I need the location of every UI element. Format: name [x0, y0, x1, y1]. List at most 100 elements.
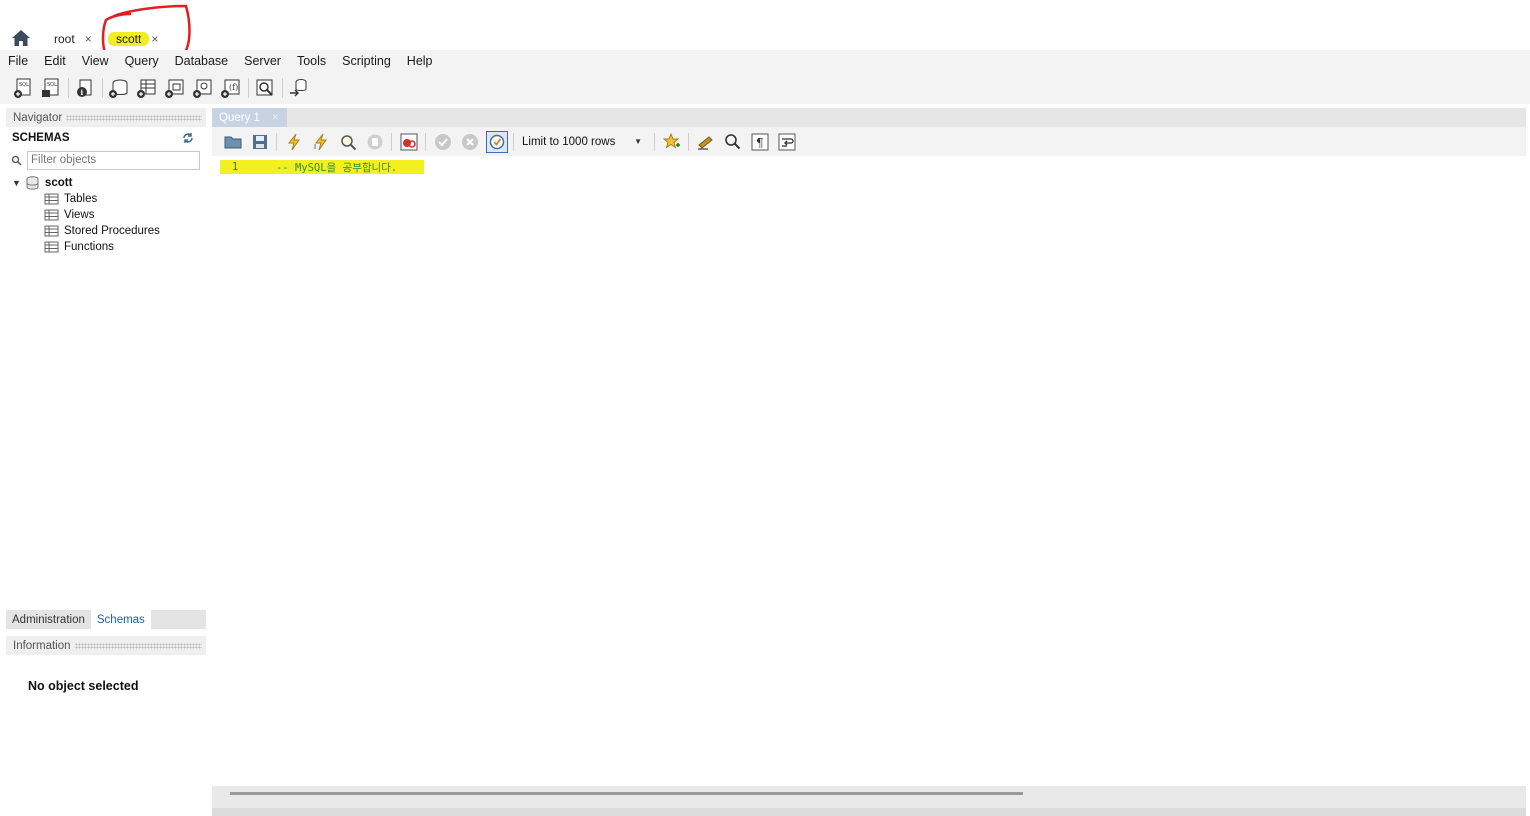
menu-tools[interactable]: Tools [297, 54, 326, 68]
code-comment: -- MySQL을 공부합니다. [276, 161, 398, 174]
filter-row [6, 149, 206, 171]
information-title: Information [13, 639, 71, 652]
query-editor-area: Query 1 × I Limit to 1000 rows ▼ ¶ 1 -- … [212, 108, 1526, 816]
stop-icon[interactable] [364, 131, 386, 153]
create-table-icon[interactable] [136, 77, 158, 99]
tree-item-label: Functions [64, 241, 114, 253]
toolbar-separator [425, 132, 426, 151]
horizontal-scrollbar[interactable] [230, 792, 1023, 795]
create-procedure-icon[interactable] [192, 77, 214, 99]
home-icon[interactable] [11, 29, 31, 47]
tree-item-stored-procedures[interactable]: Stored Procedures [6, 223, 206, 239]
line-number: 1 [231, 161, 239, 173]
main-toolbar: SQL SQL i (f) [0, 72, 1530, 104]
toolbar-separator [282, 78, 283, 98]
schema-name: scott [44, 177, 73, 189]
close-icon[interactable]: × [272, 112, 279, 124]
svg-text:I: I [314, 143, 316, 151]
database-icon [26, 176, 39, 190]
beautify-icon[interactable] [695, 131, 717, 153]
expand-arrow-icon[interactable]: ▼ [12, 178, 21, 188]
svg-text:SQL: SQL [47, 82, 57, 88]
functions-folder-icon [44, 241, 59, 253]
menu-query[interactable]: Query [125, 54, 159, 68]
limit-rows-value: Limit to 1000 rows [522, 135, 616, 148]
autocommit-toggle-icon[interactable] [486, 130, 508, 153]
header-grip [74, 642, 202, 649]
tab-schemas[interactable]: Schemas [90, 610, 151, 629]
create-view-icon[interactable] [164, 77, 186, 99]
connection-tab-root[interactable]: root × [54, 29, 92, 49]
query-tab-bar: Query 1 × [212, 108, 1526, 127]
tree-item-label: Stored Procedures [64, 225, 160, 237]
sql-editor[interactable]: 1 -- MySQL을 공부합니다. [212, 156, 1526, 786]
tree-item-label: Views [64, 209, 95, 221]
output-panel-edge [212, 808, 1526, 816]
add-snippet-icon[interactable] [661, 131, 683, 153]
menu-edit[interactable]: Edit [44, 54, 66, 68]
tree-item-views[interactable]: Views [6, 207, 206, 223]
commit-icon[interactable] [432, 131, 454, 153]
close-icon[interactable]: × [85, 32, 92, 46]
execute-current-icon[interactable]: I [310, 131, 332, 153]
menu-view[interactable]: View [82, 54, 109, 68]
menu-scripting[interactable]: Scripting [342, 54, 391, 68]
query-tab-label: Query 1 [219, 111, 260, 124]
toolbar-separator [102, 78, 103, 98]
svg-text:i: i [81, 88, 84, 97]
explain-icon[interactable] [337, 131, 359, 153]
tables-folder-icon [44, 193, 59, 205]
svg-text:(f): (f) [229, 83, 238, 92]
filter-objects-input[interactable] [27, 150, 200, 170]
toolbar-separator [654, 132, 655, 151]
information-header: Information [6, 636, 206, 655]
search-table-data-icon[interactable] [254, 77, 276, 99]
new-sql-tab-icon[interactable]: SQL [12, 77, 34, 99]
tree-item-functions[interactable]: Functions [6, 239, 206, 255]
open-sql-script-icon[interactable]: SQL [40, 77, 62, 99]
close-icon[interactable]: × [151, 32, 158, 46]
toolbar-separator [391, 132, 392, 151]
invisible-chars-icon[interactable]: ¶ [749, 131, 771, 153]
schema-node-scott[interactable]: ▼ scott [6, 175, 206, 191]
menu-help[interactable]: Help [407, 54, 433, 68]
procedures-folder-icon [44, 225, 59, 237]
schemas-header: SCHEMAS [6, 127, 206, 149]
navigator-title: Navigator [13, 111, 63, 124]
navigator-bottom-tabs: Administration Schemas [6, 610, 206, 629]
word-wrap-icon[interactable] [776, 131, 798, 153]
navigator-header: Navigator [6, 108, 206, 127]
toolbar-separator [688, 132, 689, 151]
create-function-icon[interactable]: (f) [220, 77, 242, 99]
menu-bar: File Edit View Query Database Server Too… [0, 50, 1530, 72]
search-icon [11, 155, 22, 166]
query-toolbar: I Limit to 1000 rows ▼ ¶ [212, 127, 1526, 156]
chevron-down-icon: ▼ [634, 137, 642, 146]
views-folder-icon [44, 209, 59, 221]
connection-tab-scott[interactable]: scott × [108, 29, 158, 49]
create-schema-icon[interactable] [108, 77, 130, 99]
menu-database[interactable]: Database [175, 54, 229, 68]
save-icon[interactable] [249, 131, 271, 153]
navigator-panel: Navigator SCHEMAS ▼ scott Tables Views S… [6, 108, 206, 816]
toolbar-separator [276, 132, 277, 151]
tab-administration[interactable]: Administration [6, 610, 91, 629]
refresh-icon[interactable] [182, 132, 194, 144]
limit-rows-select[interactable]: Limit to 1000 rows ▼ [522, 136, 642, 148]
menu-file[interactable]: File [8, 54, 28, 68]
connection-tab-label: root [54, 32, 75, 46]
find-replace-icon[interactable] [722, 131, 744, 153]
connection-tab-bar: root × scott × [0, 0, 1530, 60]
toggle-error-stop-icon[interactable] [398, 131, 420, 153]
tree-item-tables[interactable]: Tables [6, 191, 206, 207]
reconnect-icon[interactable] [288, 77, 310, 99]
execute-icon[interactable] [283, 131, 305, 153]
schemas-label: SCHEMAS [12, 132, 70, 144]
open-file-icon[interactable] [222, 131, 244, 153]
tab-query-1[interactable]: Query 1 × [212, 108, 287, 127]
inspector-icon[interactable]: i [74, 77, 96, 99]
information-text: No object selected [28, 679, 139, 693]
menu-server[interactable]: Server [244, 54, 281, 68]
rollback-icon[interactable] [459, 131, 481, 153]
connection-tab-label: scott [108, 32, 150, 46]
